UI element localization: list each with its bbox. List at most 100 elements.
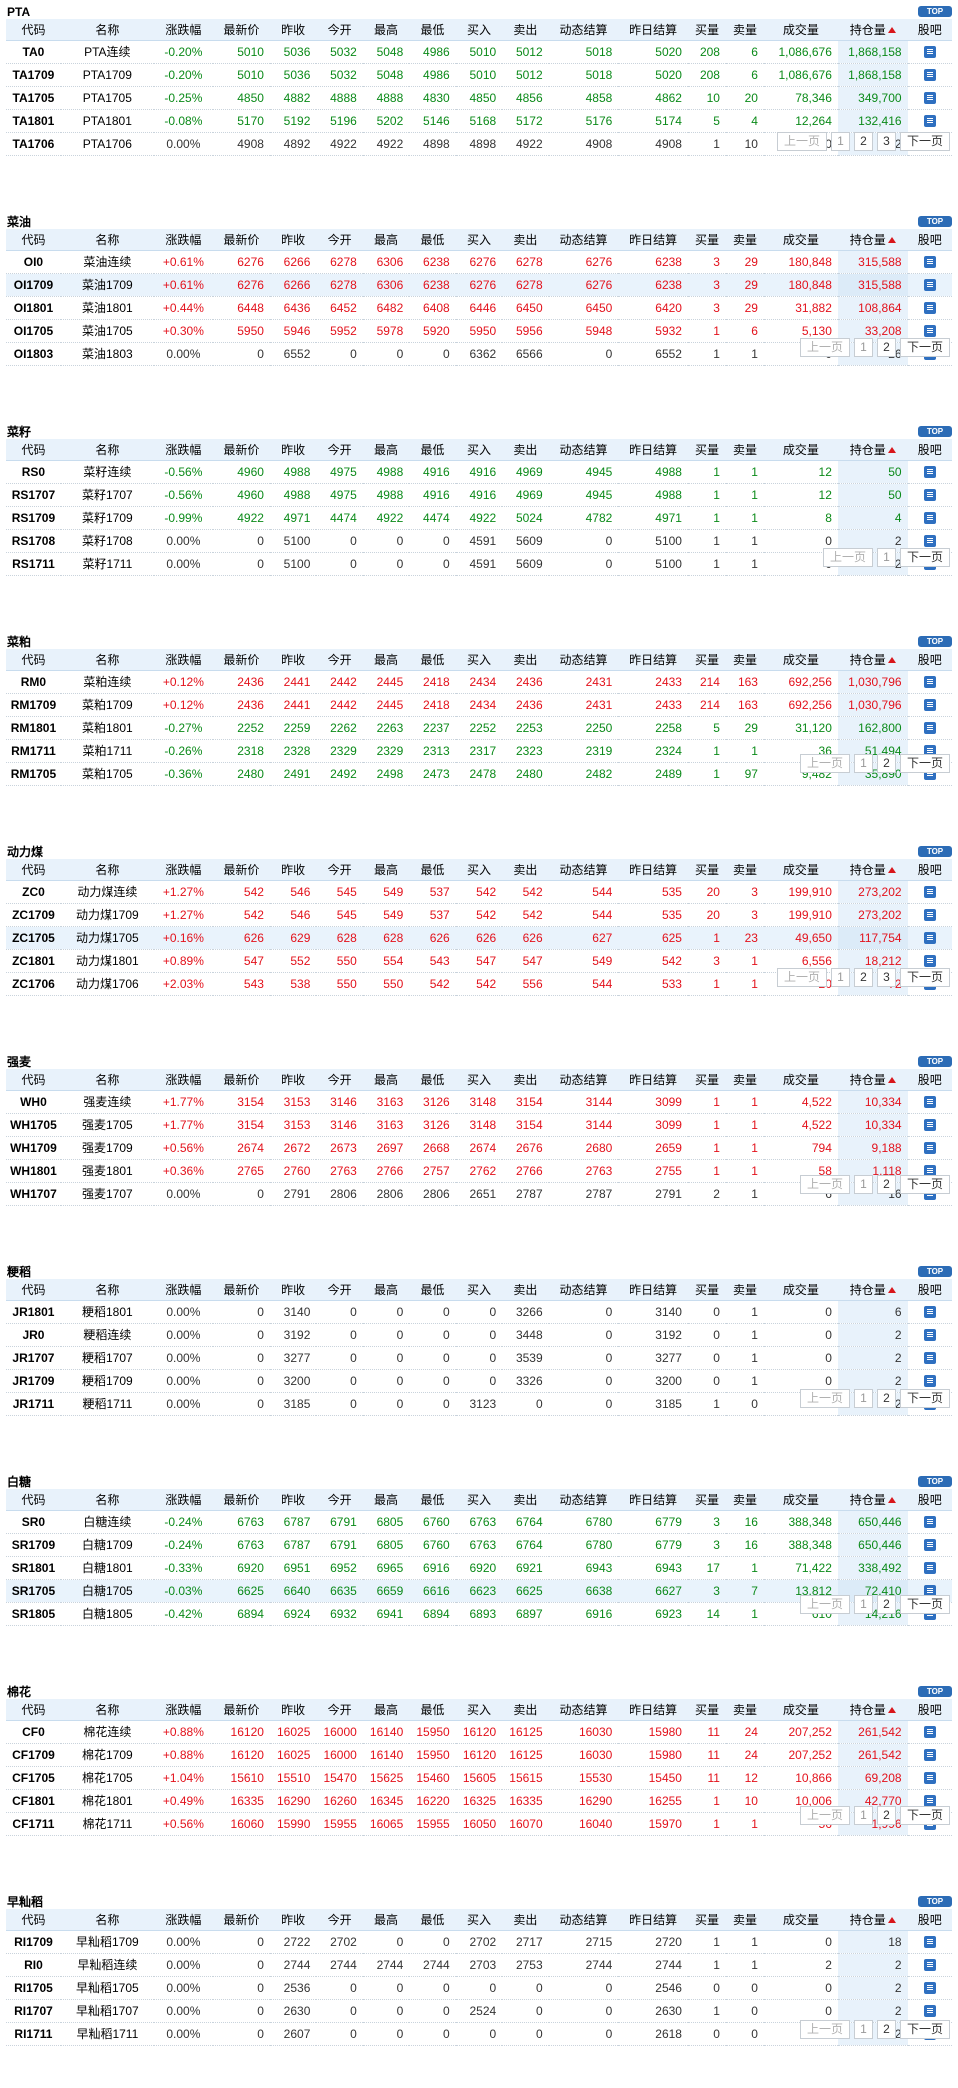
forum-link-icon[interactable] [923,1982,936,1995]
contract-name[interactable]: 早籼稻1709 [60,1930,154,1954]
contract-name[interactable]: 强麦1705 [60,1113,154,1137]
contract-code[interactable]: SR0 [6,1510,61,1534]
contract-name[interactable]: 强麦1801 [60,1159,154,1183]
contract-name[interactable]: 棉花1711 [60,1812,154,1836]
table-row[interactable]: RI1707 早籼稻1707 0.00% 0 2630 0 0 0 2524 0 0 2630 1 0 0 2 [6,1999,952,2023]
page-number-button[interactable]: 2 [876,338,896,357]
contract-name[interactable]: 菜籽1707 [60,483,154,507]
prev-page-button[interactable]: 上一页 [799,338,850,357]
prev-page-button[interactable]: 上一页 [776,968,827,987]
contract-code[interactable]: JR0 [6,1323,61,1347]
contract-code[interactable]: TA0 [6,40,61,64]
sort-desc-arrow-icon[interactable] [887,1286,896,1293]
sort-desc-arrow-icon[interactable] [887,1916,896,1923]
contract-code[interactable]: TA1705 [6,86,61,110]
back-to-top-button[interactable]: TOP [918,636,952,647]
contract-name[interactable]: 棉花1801 [60,1789,154,1813]
contract-name[interactable]: 菜粕1711 [60,739,154,763]
table-row[interactable]: RS1711 菜籽1711 0.00% 0 5100 0 0 0 4591 5609 0 5100 1 1… [6,552,952,576]
contract-name[interactable]: 早籼稻1711 [60,2022,154,2046]
contract-code[interactable]: WH1801 [6,1159,61,1183]
table-row[interactable]: ZC1709 动力煤1709 +1.27% 542 546 545 549 537 542 542… [6,903,952,927]
page-number-button[interactable]: 1 [853,754,873,773]
contract-code[interactable]: SR1709 [6,1533,61,1557]
contract-name[interactable]: PTA连续 [60,40,154,64]
forum-link-icon[interactable] [923,676,936,689]
forum-link-icon[interactable] [923,1142,936,1155]
forum-link-icon[interactable] [923,1352,936,1365]
contract-name[interactable]: 白糖1801 [60,1556,154,1580]
contract-name[interactable]: 强麦连续 [60,1090,154,1114]
contract-name[interactable]: 菜油1803 [60,342,154,366]
open-interest-header[interactable]: 持仓量 [837,1069,908,1091]
contract-code[interactable]: JR1711 [6,1392,61,1416]
table-row[interactable]: CF0 棉花连续 +0.88% 16120 16025 16000 16140 15950 16… [6,1720,952,1744]
back-to-top-button[interactable]: TOP [918,426,952,437]
contract-code[interactable]: CF1711 [6,1812,61,1836]
contract-name[interactable]: PTA1801 [60,109,154,133]
prev-page-button[interactable]: 上一页 [822,548,873,567]
forum-link-icon[interactable] [923,1726,936,1739]
prev-page-button[interactable]: 上一页 [799,1389,850,1408]
contract-name[interactable]: 早籼稻1705 [60,1976,154,2000]
contract-name[interactable]: 菜籽1709 [60,506,154,530]
table-row[interactable]: TA0 PTA连续 -0.20% 5010 5036 5032 5048 4986 5010 50… [6,40,952,64]
forum-link-icon[interactable] [923,1749,936,1762]
forum-link-icon[interactable] [923,1539,936,1552]
contract-code[interactable]: RM1711 [6,739,61,763]
page-number-button[interactable]: 2 [853,968,873,987]
contract-name[interactable]: 粳稻1801 [60,1300,154,1324]
page-number-button[interactable]: 2 [853,132,873,151]
sort-desc-arrow-icon[interactable] [887,1496,896,1503]
table-row[interactable]: SR1709 白糖1709 -0.24% 6763 6787 6791 6805 6760 67… [6,1533,952,1557]
forum-link-icon[interactable] [923,489,936,502]
contract-name[interactable]: PTA1706 [60,132,154,156]
sort-desc-arrow-icon[interactable] [887,236,896,243]
sort-desc-arrow-icon[interactable] [887,656,896,663]
page-number-button[interactable]: 3 [876,968,896,987]
page-number-button[interactable]: 2 [876,1595,896,1614]
forum-link-icon[interactable] [923,69,936,82]
contract-name[interactable]: 白糖1705 [60,1579,154,1603]
contract-code[interactable]: OI1709 [6,273,61,297]
forum-link-icon[interactable] [923,302,936,315]
contract-code[interactable]: OI1705 [6,319,61,343]
page-number-button[interactable]: 1 [876,548,896,567]
forum-link-icon[interactable] [923,1306,936,1319]
open-interest-header[interactable]: 持仓量 [837,439,908,461]
contract-name[interactable]: 棉花1705 [60,1766,154,1790]
contract-code[interactable]: WH0 [6,1090,61,1114]
page-number-button[interactable]: 1 [830,132,850,151]
forum-link-icon[interactable] [923,1936,936,1949]
page-number-button[interactable]: 2 [876,1806,896,1825]
forum-link-icon[interactable] [923,1096,936,1109]
contract-name[interactable]: 棉花1709 [60,1743,154,1767]
page-number-button[interactable]: 3 [876,132,896,151]
contract-code[interactable]: RI1707 [6,1999,61,2023]
forum-link-icon[interactable] [923,1119,936,1132]
contract-code[interactable]: WH1709 [6,1136,61,1160]
contract-name[interactable]: 动力煤连续 [60,880,154,904]
forum-link-icon[interactable] [923,1329,936,1342]
contract-code[interactable]: TA1801 [6,109,61,133]
sort-desc-arrow-icon[interactable] [887,26,896,33]
table-row[interactable]: RS1708 菜籽1708 0.00% 0 5100 0 0 0 4591 5609 0 5100 1 1… [6,529,952,553]
forum-link-icon[interactable] [923,932,936,945]
forum-link-icon[interactable] [923,1562,936,1575]
next-page-button[interactable]: 下一页 [899,338,950,357]
open-interest-header[interactable]: 持仓量 [837,1909,908,1931]
forum-link-icon[interactable] [923,92,936,105]
table-row[interactable]: WH0 强麦连续 +1.77% 3154 3153 3146 3163 3126 3148 315… [6,1090,952,1114]
contract-code[interactable]: RM1709 [6,693,61,717]
open-interest-header[interactable]: 持仓量 [837,19,908,41]
table-row[interactable]: JR1707 粳稻1707 0.00% 0 3277 0 0 0 0 3539 0 3277 0 1 0 2 [6,1346,952,1370]
contract-name[interactable]: PTA1709 [60,63,154,87]
contract-code[interactable]: SR1705 [6,1579,61,1603]
forum-link-icon[interactable] [923,256,936,269]
contract-code[interactable]: CF1801 [6,1789,61,1813]
forum-link-icon[interactable] [923,1772,936,1785]
contract-code[interactable]: RS0 [6,460,61,484]
contract-name[interactable]: 粳稻连续 [60,1323,154,1347]
contract-code[interactable]: SR1801 [6,1556,61,1580]
next-page-button[interactable]: 下一页 [899,548,950,567]
